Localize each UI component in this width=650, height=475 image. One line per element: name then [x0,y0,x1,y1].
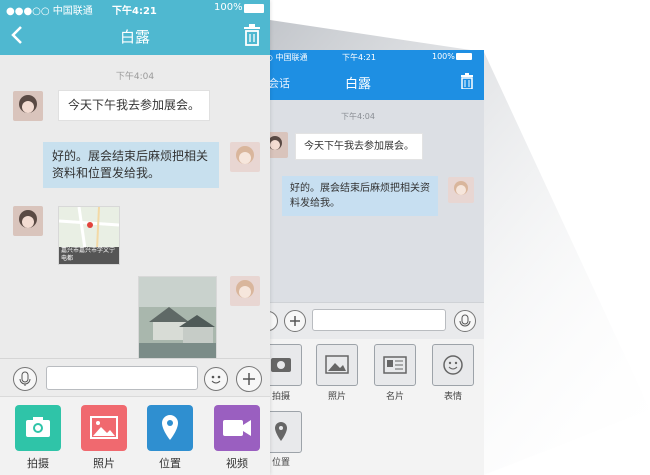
video-icon [223,420,251,436]
clock: 下午4:21 [112,6,157,17]
plus-icon[interactable] [284,310,306,332]
plus-icon[interactable] [236,366,262,392]
battery-label: 100% [214,2,243,13]
photo-button[interactable] [81,405,127,451]
message-input[interactable] [312,309,446,331]
attachment-panel: 拍摄 照片 位置 视频 [0,396,270,475]
timestamp: 下午4:04 [115,72,155,82]
page-title: 白露 [119,28,150,46]
avatar [230,276,260,306]
location-message[interactable]: 嘉兴市嘉兴市学文宁电都 [58,206,120,265]
front-phone-screen: ●●●○○ 中国联通 下午4:21 100% 白露 下午4:04 今天下午我去参… [0,0,270,475]
photo-label: 照片 [93,457,115,470]
avatar [230,142,260,172]
message-incoming[interactable]: 今天下午我去参加展会。 [58,90,211,121]
map-caption: 嘉兴市嘉兴市学文宁电都 [59,247,119,264]
clock: 下午4:21 [342,53,376,62]
location-icon [162,415,178,440]
video-button[interactable] [214,405,260,451]
camera-button[interactable] [15,405,61,451]
photo-icon[interactable] [316,344,358,386]
input-bar [0,358,270,397]
avatar [13,206,43,236]
map-thumbnail [58,206,120,250]
location-label: 位置 [159,457,181,470]
carrier-label: ●●●○○ 中国联通 [6,6,93,17]
message-outgoing[interactable]: 好的。展会结束后麻烦把相关资料和位置发给我。 [43,142,219,188]
nav-bar: 白露 [0,17,270,55]
camera-icon [26,417,50,437]
trash-icon[interactable] [460,73,474,93]
camera-label: 拍摄 [27,457,49,470]
panel-label: 照片 [327,392,346,402]
panel-label: 名片 [385,392,404,402]
card-icon[interactable] [374,344,416,386]
emoji-icon[interactable] [432,344,474,386]
avatar [13,91,43,121]
status-bar: ●●●○○ 中国联通 下午4:21 100% [0,0,270,17]
photo-icon [90,416,118,439]
microphone-icon[interactable] [13,367,37,391]
message-outgoing[interactable]: 好的。展会结束后麻烦把相关资料发给我。 [282,176,438,216]
battery-icon [456,53,472,60]
battery-label: 100% [432,52,455,61]
battery-icon [244,4,264,13]
emoji-icon[interactable] [204,367,228,391]
trash-icon[interactable] [243,24,261,50]
microphone-icon[interactable] [454,310,476,332]
message-incoming[interactable]: 今天下午我去参加展会。 [295,133,423,160]
video-label: 视频 [226,457,248,470]
avatar [448,177,474,203]
panel-label: 表情 [443,392,462,402]
location-button[interactable] [147,405,193,451]
message-input[interactable] [46,366,198,390]
